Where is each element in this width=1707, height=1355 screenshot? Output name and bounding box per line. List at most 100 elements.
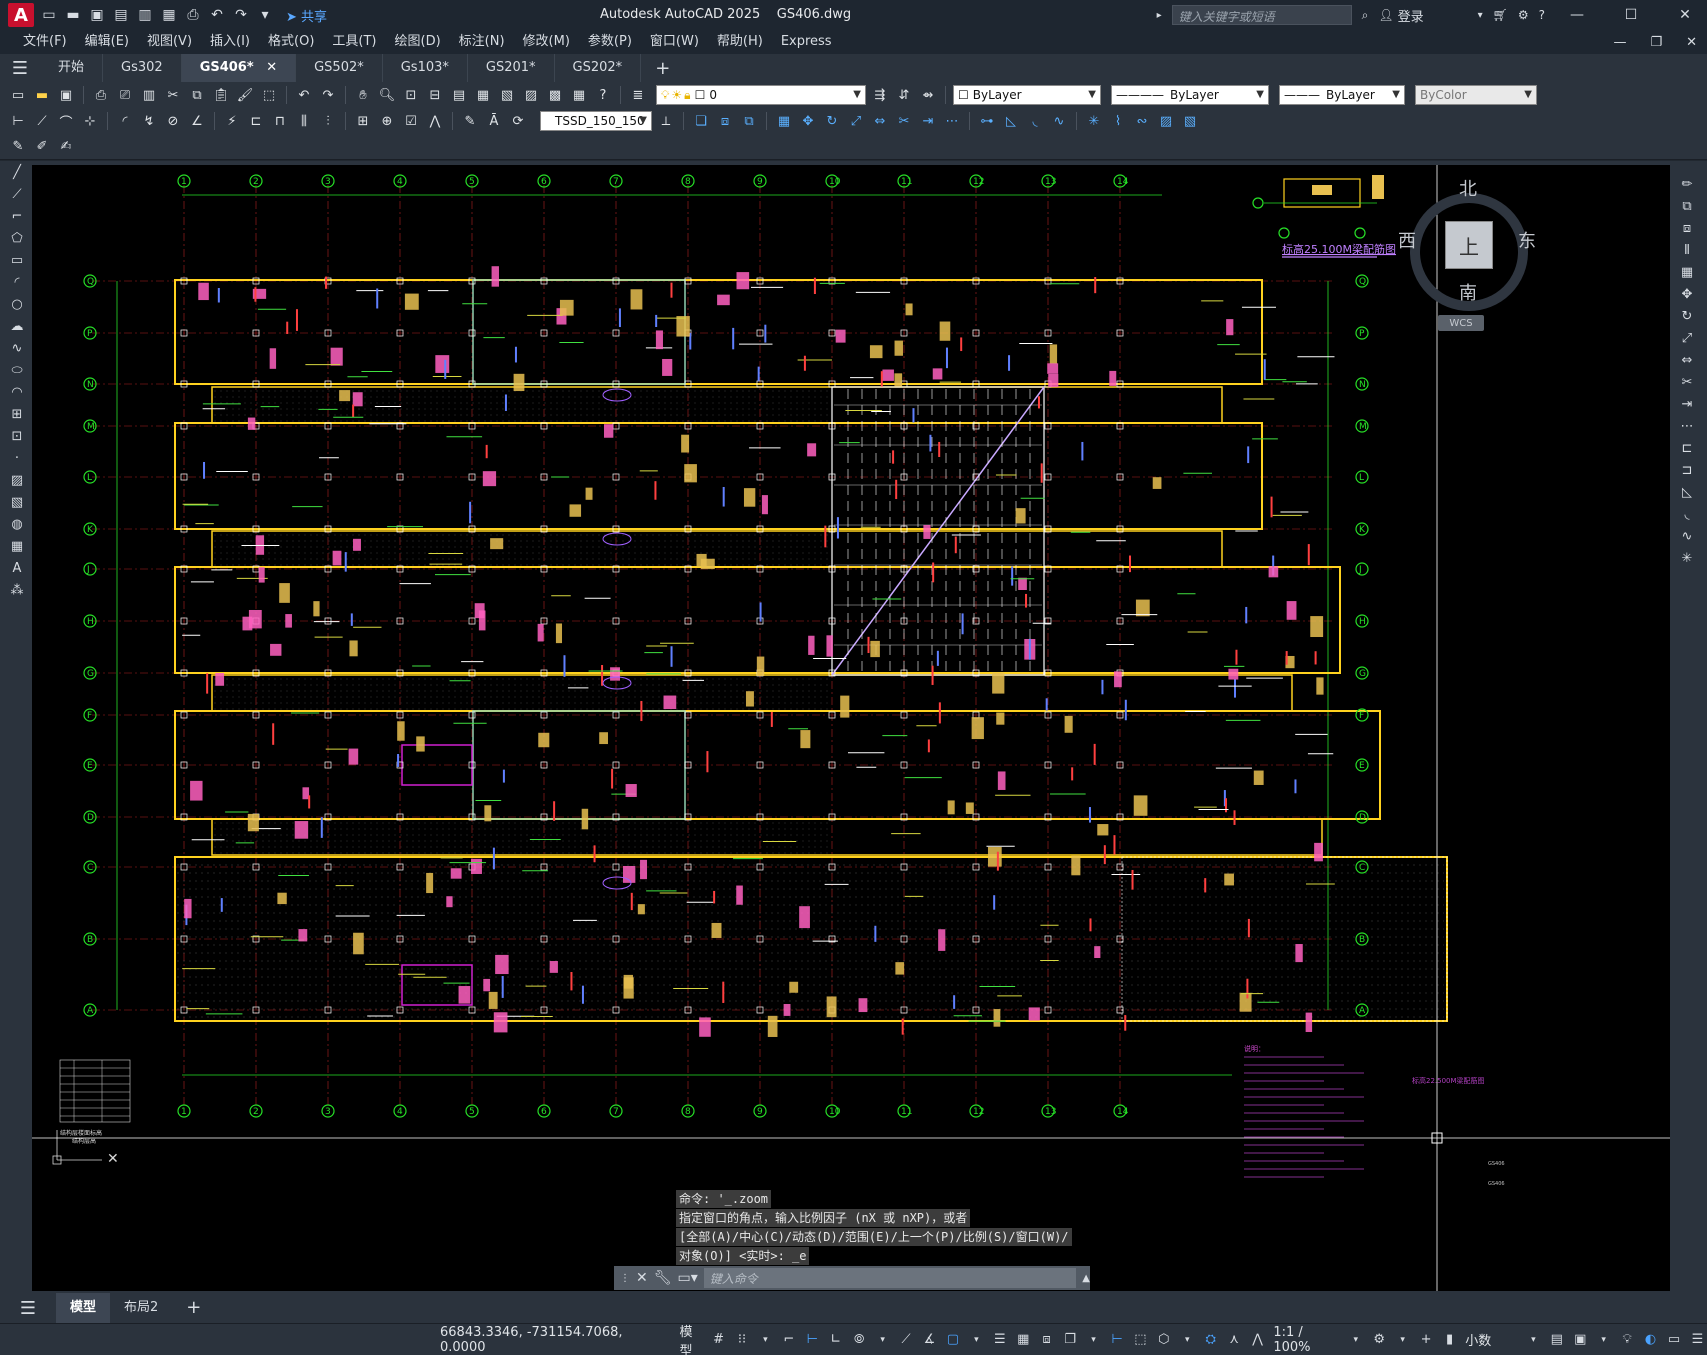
edit-attribute-icon[interactable]: ✐ [32, 137, 52, 157]
save-icon[interactable]: ▣ [88, 6, 106, 24]
quick-properties-icon[interactable]: ▤ [1547, 1330, 1566, 1350]
redo-icon[interactable]: ↷ [232, 6, 250, 24]
wcs-menu[interactable]: WCS [1438, 315, 1484, 331]
menu-express[interactable]: Express [772, 30, 841, 54]
ellipse-arc-icon[interactable]: ◠ [8, 383, 26, 402]
customization-icon[interactable]: ☰ [1688, 1330, 1707, 1350]
circle-tool-icon[interactable]: ○ [8, 295, 26, 314]
join-object-icon[interactable]: ⊐ [1678, 461, 1696, 480]
selection-filter-icon[interactable]: ⬚ [1131, 1330, 1150, 1350]
ortho-mode-icon[interactable]: ∟ [826, 1330, 845, 1350]
help-search-input[interactable]: 键入关键字或短语 [1171, 5, 1352, 25]
help-tb-icon[interactable]: ? [593, 85, 613, 105]
diameter-dim-icon[interactable]: ⊘ [163, 111, 183, 131]
arc-tool-icon[interactable]: ◜ [8, 273, 26, 292]
polar-tracking-icon[interactable]: ⦾ [849, 1330, 868, 1350]
table-tool-icon[interactable]: ▦ [8, 537, 26, 556]
dim-break-icon[interactable]: ⫶ [318, 111, 338, 131]
lineweight-display-icon[interactable]: ☰ [990, 1330, 1009, 1350]
compass-north[interactable]: 北 [1459, 175, 1477, 201]
break-tool-icon[interactable]: ⋯ [942, 111, 962, 131]
offset-object-icon[interactable]: ⫴ [1678, 241, 1696, 260]
file-tab-menu-icon[interactable]: ☰ [0, 54, 40, 82]
units-dropdown-icon[interactable]: ▾ [1524, 1330, 1543, 1350]
lineweight-dropdown[interactable]: ——— ByLayer ▼ [1279, 85, 1405, 105]
scale-tool-icon[interactable]: ⤢ [846, 111, 866, 131]
menu-modify[interactable]: 修改(M) [514, 30, 579, 54]
center-mark-icon[interactable]: ⊕ [377, 111, 397, 131]
new-file-icon[interactable]: ▭ [40, 6, 58, 24]
array-object-icon[interactable]: ▦ [1678, 263, 1696, 282]
copy-object-icon[interactable]: ⧉ [1678, 197, 1696, 216]
break-point-icon[interactable]: ⋯ [1678, 417, 1696, 436]
search-icon[interactable]: ⌕ [1362, 8, 1369, 23]
tab-gs302[interactable]: Gs302 [103, 54, 182, 82]
construction-line-icon[interactable]: ⟋ [8, 185, 26, 204]
compass-west[interactable]: 西 [1398, 227, 1416, 253]
linear-dim-icon[interactable]: ⊢ [8, 111, 28, 131]
edit-polyline-icon[interactable]: ⌇ [1108, 111, 1128, 131]
gizmo-icon[interactable]: ⬡ [1154, 1330, 1173, 1350]
block-attribute-icon[interactable]: ✍ [56, 137, 76, 157]
isodraft-icon[interactable]: ⟋ [896, 1330, 915, 1350]
inspection-icon[interactable]: ☑ [401, 111, 421, 131]
break-object-icon[interactable]: ⊏ [1678, 439, 1696, 458]
save-web-icon[interactable]: ▦ [160, 6, 178, 24]
lock-ui-dropdown-icon[interactable]: ▾ [1594, 1330, 1613, 1350]
auto-scale-icon[interactable]: ⋏ [1224, 1330, 1243, 1350]
tab-close-icon[interactable]: ✕ [266, 60, 277, 75]
customize-qat-icon[interactable]: ▾ [256, 6, 274, 24]
angular-dim-icon[interactable]: ∠ [187, 111, 207, 131]
login-dropdown-icon[interactable]: ▾ [1478, 10, 1483, 21]
menu-tools[interactable]: 工具(T) [323, 30, 385, 54]
mirror-tool-icon[interactable]: ⧈ [715, 111, 735, 131]
copy-icon[interactable]: ⧉ [187, 85, 207, 105]
ordinate-dim-icon[interactable]: ⊹ [80, 111, 100, 131]
pan-icon[interactable]: ✋︎ [353, 85, 373, 105]
plot-tb-icon[interactable]: ⎙ [91, 85, 111, 105]
scale-dropdown-icon[interactable]: ▾ [1346, 1330, 1365, 1350]
spline-tool-icon[interactable]: ∿ [8, 339, 26, 358]
blend-tool-icon[interactable]: ∿ [1049, 111, 1069, 131]
calculator-icon[interactable]: ▦ [569, 85, 589, 105]
polar-dropdown-icon[interactable]: ▾ [873, 1330, 892, 1350]
scale-object-icon[interactable]: ⤢ [1678, 329, 1696, 348]
plotstyle-dropdown[interactable]: ByColor ▼ [1415, 85, 1537, 105]
explode-object-icon[interactable]: ✳ [1678, 549, 1696, 568]
baseline-dim-icon[interactable]: ⊏ [246, 111, 266, 131]
menu-insert[interactable]: 插入(I) [201, 30, 259, 54]
color-dropdown[interactable]: ☐ ByLayer ▼ [953, 85, 1101, 105]
snap-dropdown-icon[interactable]: ▾ [756, 1330, 775, 1350]
maximize-button[interactable]: ☐ [1609, 0, 1653, 30]
join-tool-icon[interactable]: ⊶ [977, 111, 997, 131]
doc-close-button[interactable]: ✕ [1686, 35, 1697, 50]
stretch-tool-icon[interactable]: ⇔ [870, 111, 890, 131]
undo-icon[interactable]: ↶ [208, 6, 226, 24]
annotation-scale-icon[interactable]: ⋀ [1248, 1330, 1267, 1350]
dynamic-input-icon[interactable]: ⊢ [803, 1330, 822, 1350]
array-tool-icon[interactable]: ▦ [774, 111, 794, 131]
graphics-performance-icon[interactable]: ◐ [1641, 1330, 1660, 1350]
new-tab-button[interactable]: + [641, 58, 684, 79]
infer-constraints-icon[interactable]: ⌐ [779, 1330, 798, 1350]
workspace-gear-icon[interactable]: ⚙ [1370, 1330, 1389, 1350]
open-web-icon[interactable]: ▥ [136, 6, 154, 24]
isolate-objects-icon[interactable]: 💡︎ [1617, 1330, 1636, 1350]
autodesk-app-icon[interactable]: ⚙︎ [1518, 8, 1529, 22]
layer-state-icon[interactable]: ⇴ [918, 85, 938, 105]
fillet-tool-icon[interactable]: ◟ [1025, 111, 1045, 131]
extend-object-icon[interactable]: ⇥ [1678, 395, 1696, 414]
linetype-dropdown[interactable]: ———— ByLayer ▼ [1111, 85, 1269, 105]
command-close-icon[interactable]: ✕ [636, 1270, 648, 1286]
grid-display-icon[interactable]: # [709, 1330, 728, 1350]
move-object-icon[interactable]: ✥ [1678, 285, 1696, 304]
clean-screen-icon[interactable]: ▭ [1664, 1330, 1683, 1350]
viewcube[interactable]: 上 北 南 西 东 WCS [1398, 175, 1540, 355]
tab-gs502[interactable]: GS502* [296, 54, 383, 82]
command-input[interactable]: 键入命令 [703, 1268, 1077, 1288]
command-history-toggle-icon[interactable]: ▲ [1082, 1273, 1090, 1284]
radius-dim-icon[interactable]: ◜ [115, 111, 135, 131]
menu-file[interactable]: 文件(F) [14, 30, 76, 54]
doc-restore-button[interactable]: ❐ [1650, 35, 1662, 50]
workspace-dropdown-icon[interactable]: ▾ [1393, 1330, 1412, 1350]
